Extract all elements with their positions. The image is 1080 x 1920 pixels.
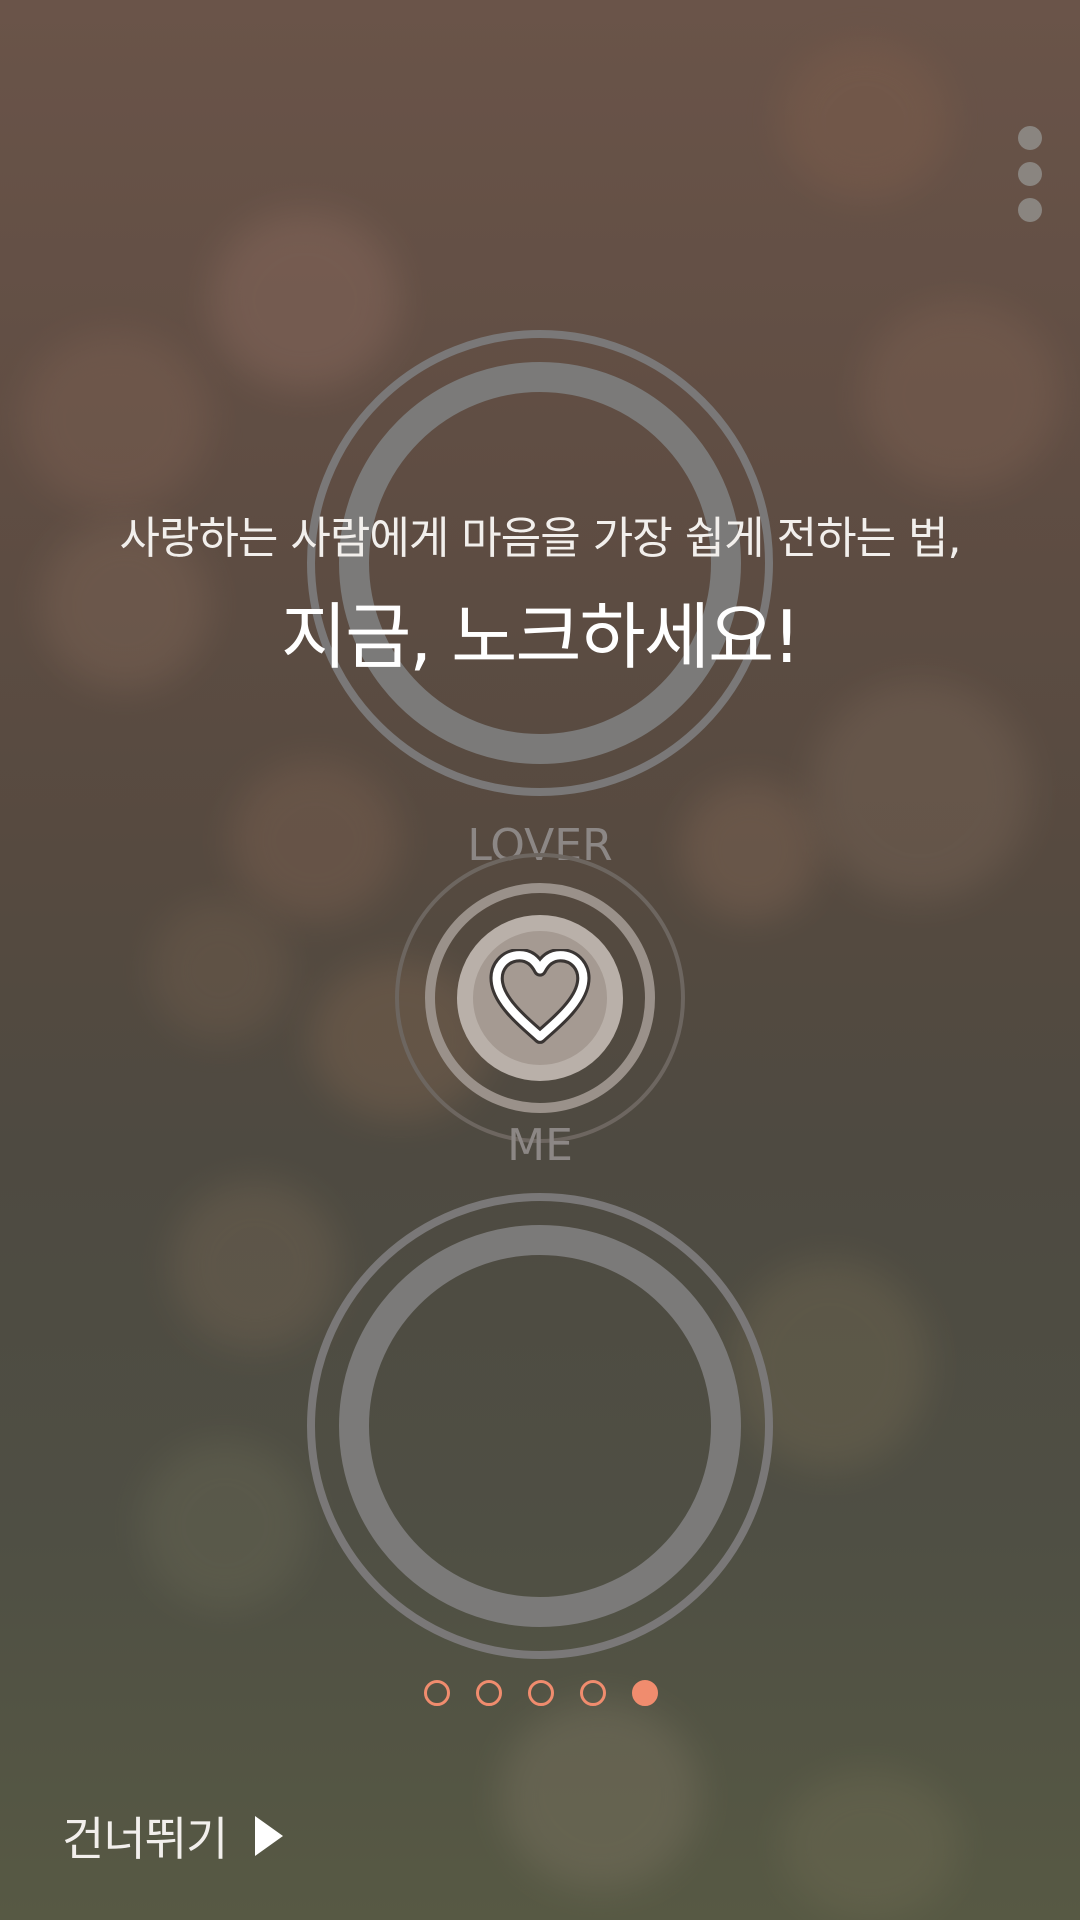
- tutorial-screen: { "intro": { "subtitle": "사랑하는 사람에게 마음을 …: [0, 0, 1080, 1920]
- bokeh-circle: [150, 900, 290, 1040]
- bokeh-circle: [170, 1180, 340, 1350]
- heart-icon: [489, 949, 591, 1044]
- page-indicator: [424, 1680, 658, 1708]
- menu-dot: [1018, 198, 1042, 222]
- me-ring-inner: [339, 1225, 741, 1627]
- me-label: ME: [507, 1120, 573, 1171]
- intro-headline: 지금, 노크하세요!: [280, 595, 801, 679]
- play-arrow-icon: [255, 1816, 284, 1856]
- intro-subtitle: 사랑하는 사람에게 마음을 가장 쉽게 전하는 법,: [119, 513, 961, 564]
- bokeh-circle: [20, 330, 210, 510]
- bokeh-circle: [210, 210, 400, 390]
- bokeh-circle: [500, 1700, 700, 1890]
- knock-heart-button[interactable]: [395, 853, 685, 1143]
- page-dot[interactable]: [476, 1680, 502, 1706]
- page-dot[interactable]: [580, 1680, 606, 1706]
- skip-label: 건너뛰기: [62, 1812, 228, 1866]
- page-dot[interactable]: [528, 1680, 554, 1706]
- bokeh-circle: [780, 40, 950, 200]
- page-dot[interactable]: [424, 1680, 450, 1706]
- more-vertical-icon[interactable]: [1010, 126, 1050, 230]
- menu-dot: [1018, 162, 1042, 186]
- bokeh-circle: [140, 1440, 310, 1610]
- bokeh-circle: [860, 300, 1060, 490]
- bokeh-circle: [780, 1770, 960, 1920]
- menu-dot: [1018, 126, 1042, 150]
- page-dot-active[interactable]: [632, 1680, 658, 1706]
- me-ring: [307, 1193, 773, 1659]
- skip-button[interactable]: 건너뛰기: [62, 1806, 284, 1866]
